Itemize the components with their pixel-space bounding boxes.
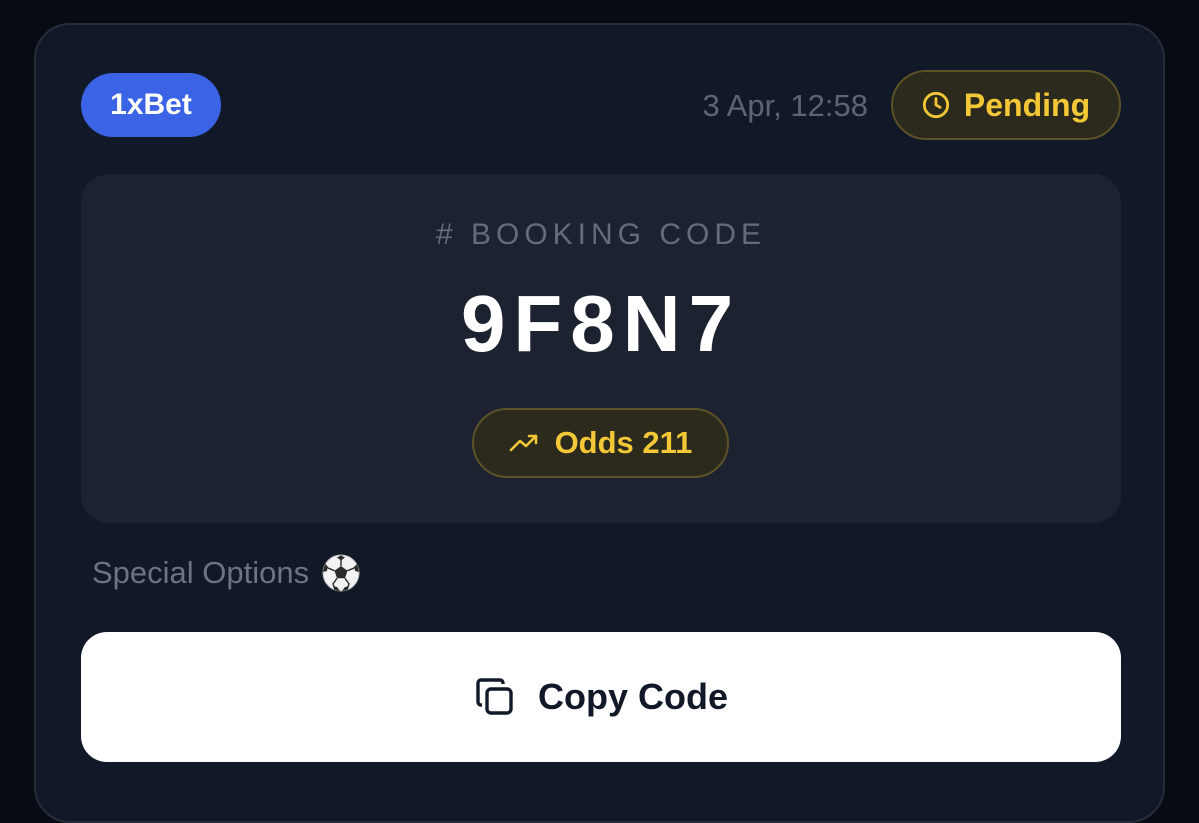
booking-card: 1xBet 3 Apr, 12:58 Pending # BOOKING COD… xyxy=(34,23,1165,823)
clock-icon xyxy=(922,91,949,119)
copy-code-label: Copy Code xyxy=(537,676,728,717)
special-options-label: Special Options xyxy=(92,555,310,590)
bookmaker-badge: 1xBet xyxy=(81,73,221,137)
soccer-ball-icon xyxy=(322,554,360,592)
booking-code-label: # BOOKING CODE xyxy=(435,218,767,251)
copy-icon xyxy=(476,678,513,715)
odds-label: Odds 211 xyxy=(554,425,693,460)
copy-code-button[interactable]: Copy Code xyxy=(81,632,1121,762)
status-badge: Pending xyxy=(891,70,1121,140)
status-label: Pending xyxy=(963,86,1091,123)
odds-badge: Odds 211 xyxy=(472,408,729,478)
booking-code-value: 9F8N7 xyxy=(460,279,742,368)
booking-code-panel: # BOOKING CODE 9F8N7 Odds 211 xyxy=(81,174,1121,523)
timestamp: 3 Apr, 12:58 xyxy=(702,88,868,123)
trending-up-icon xyxy=(509,434,537,452)
special-options: Special Options xyxy=(92,553,361,593)
